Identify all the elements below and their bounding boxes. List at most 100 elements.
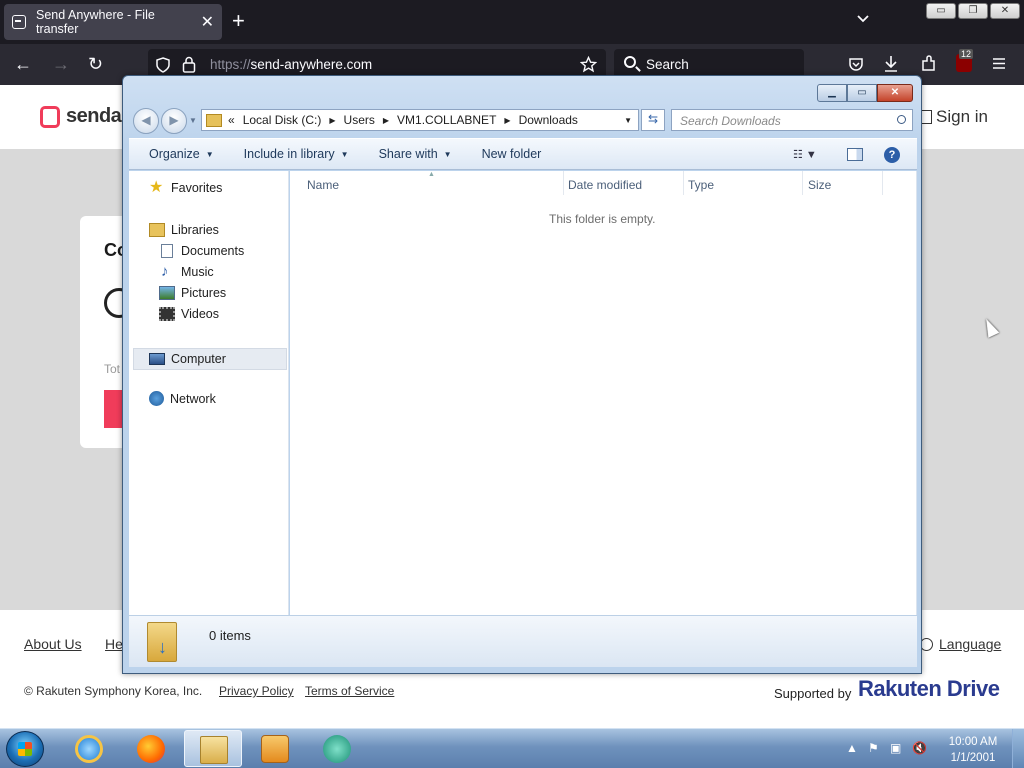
videos-icon [159,307,175,321]
explorer-minimize-button[interactable]: ▁ [817,84,847,102]
nav-libraries[interactable]: Libraries [149,223,219,237]
app-icon [323,735,351,763]
breadcrumb-downloads[interactable]: Downloads [519,113,578,127]
search-downloads-input[interactable]: Search Downloads [671,109,913,131]
column-header-date-modified[interactable]: Date modified [568,178,642,192]
search-icon[interactable] [897,115,906,124]
chevron-down-icon: ▼ [340,149,349,159]
taskbar-media-player[interactable] [246,730,304,767]
sign-in-link[interactable]: Sign in [920,107,988,127]
reload-button[interactable]: ↻ [88,54,103,74]
nav-pictures-label: Pictures [181,286,227,300]
explorer-close-button[interactable]: ✕ [877,84,913,102]
refresh-button[interactable]: ⇆ [641,109,665,131]
start-button[interactable] [6,731,44,767]
column-divider[interactable] [802,171,803,195]
nav-documents[interactable]: Documents [159,244,244,258]
column-header-size[interactable]: Size [808,178,831,192]
about-us-link[interactable]: About Us [24,636,82,652]
back-button[interactable]: ← [14,54,32,74]
site-logo[interactable]: sendan [40,105,134,128]
network-tray-icon[interactable]: ▣ [890,741,904,755]
taskbar-internet-explorer[interactable] [60,730,118,767]
forward-button[interactable]: → [52,54,70,74]
preview-pane-icon[interactable] [847,148,863,161]
breadcrumb-local-disk[interactable]: Local Disk (C:) [243,113,322,127]
recent-pages-dropdown-icon[interactable]: ▼ [189,116,197,125]
breadcrumb-arrow-icon[interactable]: ▶ [383,116,389,125]
pocket-icon[interactable] [848,56,864,72]
privacy-policy-link[interactable]: Privacy Policy [219,684,294,698]
taskbar-other-app[interactable] [308,730,366,767]
minimize-window-button[interactable]: ▭ [926,3,956,19]
action-center-flag-icon[interactable]: ⚑ [868,741,882,755]
browser-tab-bar: Send Anywhere - File transfer ✕ + ▭ ❐ ✕ [0,0,1024,44]
file-list[interactable]: Name ▲ Date modified Type Size This fold… [290,171,916,615]
shield-icon[interactable] [156,57,170,73]
bookmark-star-icon[interactable] [580,56,597,73]
breadcrumb-arrow-icon[interactable]: ▶ [329,116,335,125]
explorer-forward-button[interactable]: ▶ [161,108,187,134]
copyright-text: © Rakuten Symphony Korea, Inc. [24,684,203,698]
taskbar-windows-explorer[interactable] [184,730,242,767]
column-header-name[interactable]: Name [307,178,339,192]
tab-title: Send Anywhere - File transfer [36,8,155,36]
pictures-icon [159,286,175,300]
breadcrumb-overflow[interactable]: « [228,113,235,127]
show-hidden-icons-icon[interactable]: ▲ [846,741,860,755]
tab-close-icon[interactable]: ✕ [201,12,214,32]
content-border [916,171,917,615]
ublock-icon[interactable]: 12 [956,49,974,72]
explorer-window: ▁ ▭ ✕ ◀ ▶ ▼ « Local Disk (C:) ▶ Users ▶ … [122,75,922,674]
column-header-type[interactable]: Type [688,178,714,192]
close-window-button[interactable]: ✕ [990,3,1020,19]
browser-window-controls: ▭ ❐ ✕ [926,3,1020,19]
show-desktop-button[interactable] [1012,729,1024,768]
nav-music[interactable]: ♪ Music [159,264,214,279]
change-view-icon[interactable]: ☷ ▼ [793,148,817,161]
card-total-label: Tot [104,362,121,376]
browser-tab[interactable]: Send Anywhere - File transfer ✕ [4,4,222,40]
volume-muted-icon[interactable]: 🔇 [912,741,927,755]
column-divider[interactable] [882,171,883,195]
breadcrumb-users[interactable]: Users [344,113,375,127]
nav-videos[interactable]: Videos [159,307,219,321]
address-dropdown-icon[interactable]: ▼ [624,116,632,125]
include-in-library-button[interactable]: Include in library ▼ [244,147,349,161]
rakuten-drive-logo[interactable]: Rakuten Drive [858,676,1000,702]
terms-of-service-link[interactable]: Terms of Service [305,684,394,698]
folder-icon [200,736,228,764]
menu-icon[interactable] [992,57,1006,70]
restore-window-button[interactable]: ❐ [958,3,988,19]
column-divider[interactable] [683,171,684,195]
nav-pictures[interactable]: Pictures [159,286,226,300]
breadcrumb-user[interactable]: VM1.COLLABNET [397,113,496,127]
address-bar[interactable]: « Local Disk (C:) ▶ Users ▶ VM1.COLLABNE… [201,109,639,131]
help-icon[interactable]: ? [884,147,900,163]
new-tab-button[interactable]: + [232,9,245,33]
new-folder-label: New folder [481,147,542,161]
taskbar-firefox[interactable] [122,730,180,767]
nav-favorites[interactable]: ★ Favorites [149,180,222,196]
lock-icon[interactable] [182,56,196,73]
sort-indicator-icon: ▲ [428,171,435,178]
download-icon[interactable] [883,55,899,73]
clock-date: 1/1/2001 [950,752,996,764]
explorer-maximize-button[interactable]: ▭ [847,84,877,102]
new-folder-button[interactable]: New folder [482,147,542,161]
column-divider[interactable] [563,171,564,195]
system-clock[interactable]: 10:00 AM 1/1/2001 [942,734,1004,766]
list-all-tabs-icon[interactable] [856,12,870,26]
media-player-icon [261,735,289,763]
organize-button[interactable]: Organize ▼ [149,147,214,161]
search-icon [624,56,636,68]
help-link[interactable]: He [105,636,123,652]
nav-computer[interactable]: Computer [133,348,287,370]
nav-network[interactable]: Network [149,391,216,406]
share-with-button[interactable]: Share with ▼ [379,147,452,161]
explorer-back-button[interactable]: ◀ [133,108,159,134]
nav-music-label: Music [181,265,214,279]
language-selector[interactable]: Language [920,636,1001,652]
breadcrumb-arrow-icon[interactable]: ▶ [504,116,510,125]
extensions-icon[interactable] [920,55,937,72]
